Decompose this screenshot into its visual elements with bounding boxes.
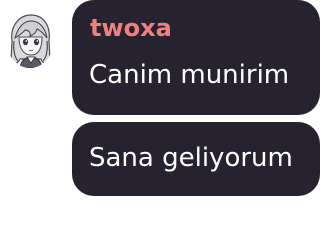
anime-girl-avatar-icon bbox=[10, 14, 51, 68]
message-bubble[interactable]: Sana geliyorum bbox=[72, 122, 320, 196]
user-avatar[interactable] bbox=[6, 11, 54, 68]
chat-thread: twoxa Canim munirim Sana geliyorum bbox=[0, 0, 320, 250]
message-bubble[interactable]: twoxa Canim munirim bbox=[72, 0, 320, 115]
message-text: Canim munirim bbox=[89, 60, 290, 90]
message-text: Sana geliyorum bbox=[89, 143, 293, 173]
message-author[interactable]: twoxa bbox=[90, 16, 172, 40]
